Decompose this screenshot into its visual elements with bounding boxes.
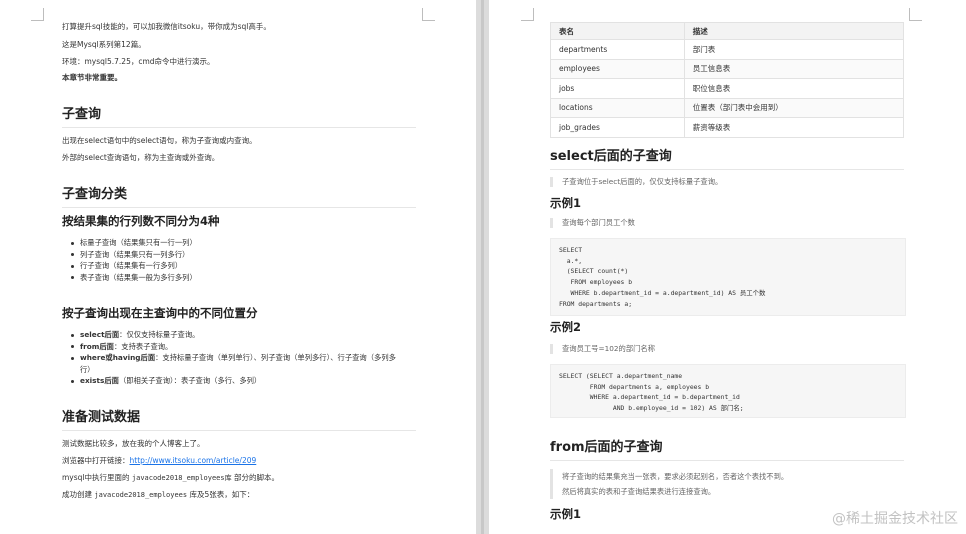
intro-line: 环境：mysql5.7.25，cmd命令中进行演示。 xyxy=(62,57,215,66)
table-cell: employees xyxy=(550,58,685,79)
right-page: 表名 描述 departments 部门表 employees 员工信息表 jobs… xyxy=(489,0,966,534)
paragraph-text: 部分的脚本。 xyxy=(231,473,279,482)
page-gutter xyxy=(476,0,489,534)
paragraph: mysql中执行里面的 javacode2018_employees库 部分的脚… xyxy=(62,473,279,483)
intro-line: 这是Mysql系列第12篇。 xyxy=(62,40,146,49)
list-item: where或having后面：支持标量子查询（单列单行）、列子查询（单列多行）、… xyxy=(71,352,400,375)
table-cell: departments xyxy=(550,39,685,60)
list-item: 列子查询（结果集只有一列多行） xyxy=(71,249,197,261)
crop-mark xyxy=(31,8,44,21)
paragraph: 出现在select语句中的select语句，称为子查询或内查询。 xyxy=(62,136,257,145)
inline-code: javacode2018_employees库 xyxy=(131,474,232,482)
list-item: exists后面（即相关子查询）：表子查询（多行、多列） xyxy=(71,375,400,387)
table-cell: 部门表 xyxy=(683,39,905,60)
blockquote: 查询每个部门员工个数 xyxy=(550,218,635,228)
table-row: jobs 职位信息表 xyxy=(550,78,905,99)
list-item: select后面：仅仅支持标量子查询。 xyxy=(71,329,400,341)
list-item-keyword: exists后面 xyxy=(80,376,119,385)
blockquote: 查询员工号=102的部门名称 xyxy=(550,344,655,354)
heading-subquery: 子查询 xyxy=(62,107,416,128)
table-header-cell: 表名 xyxy=(550,22,685,40)
intro-line: 打算提升sql技能的，可以加我微信itsoku，带你成为sql高手。 xyxy=(62,22,271,31)
heading-example-2: 示例2 xyxy=(550,320,582,334)
heading-by-position: 按子查询出现在主查询中的不同位置分 xyxy=(62,306,258,320)
crop-mark xyxy=(422,8,435,21)
crop-mark xyxy=(521,8,534,21)
list-item-text: ：支持表子查询。 xyxy=(113,341,173,351)
blockquote: 子查询位于select后面的，仅仅支持标量子查询。 xyxy=(550,177,722,187)
paragraph: 成功创建 javacode2018_employees 库及5张表，如下： xyxy=(62,490,254,500)
list-item-text: （即相关子查询）：表子查询（多行、多列） xyxy=(118,376,262,385)
heading-example-1b: 示例1 xyxy=(550,507,582,521)
paragraph: 外部的select查询语句，称为主查询或外查询。 xyxy=(62,153,220,162)
heading-prepare-data: 准备测试数据 xyxy=(62,410,416,431)
table-row: locations 位置表（部门表中会用到） xyxy=(550,97,905,118)
paragraph: 浏览器中打开链接：http://www.itsoku.com/article/2… xyxy=(62,456,256,466)
blog-link[interactable]: http://www.itsoku.com/article/209 xyxy=(130,456,257,465)
tables-table: 表名 描述 departments 部门表 employees 员工信息表 jobs… xyxy=(550,22,905,138)
intro-line: 本章节非常重要。 xyxy=(62,73,122,82)
list-item-keyword: where或having后面 xyxy=(80,353,156,362)
table-cell: 员工信息表 xyxy=(683,58,905,79)
list-item: from后面：支持表子查询。 xyxy=(71,341,400,353)
table-header-row: 表名 描述 xyxy=(550,22,905,40)
heading-example-1: 示例1 xyxy=(550,196,582,210)
code-block: SELECT a.*, (SELECT count(*) FROM employ… xyxy=(550,238,906,316)
list-item-keyword: select后面 xyxy=(80,330,120,339)
heading-select-subquery: select后面的子查询 xyxy=(550,149,904,170)
left-page: 打算提升sql技能的，可以加我微信itsoku，带你成为sql高手。 这是Mys… xyxy=(0,0,476,534)
list-item: 表子查询（结果集一般为多行多列） xyxy=(71,272,197,282)
table-cell: jobs xyxy=(550,78,685,99)
table-header-cell: 描述 xyxy=(683,22,905,40)
blockquote: 将子查询的结果集充当一张表，要求必须起别名，否者这个表找不到。 然后将真实的表和… xyxy=(550,469,788,499)
paragraph-text: 成功创建 xyxy=(62,490,95,499)
table-cell: job_grades xyxy=(550,117,685,138)
blockquote-line: 将子查询的结果集充当一张表，要求必须起别名，否者这个表找不到。 xyxy=(562,472,789,481)
table-cell: 薪资等级表 xyxy=(683,117,905,138)
list-item-text: ：仅仅支持标量子查询。 xyxy=(119,330,200,339)
watermark: @稀土掘金技术社区 xyxy=(832,511,958,527)
list-item: 标量子查询（结果集只有一行一列） xyxy=(71,238,197,247)
table-row: job_grades 薪资等级表 xyxy=(550,117,905,138)
table-cell: locations xyxy=(550,97,685,118)
inline-code: javacode2018_employees xyxy=(94,491,188,499)
heading-from-subquery: from后面的子查询 xyxy=(550,440,904,461)
paragraph: 测试数据比较多，放在我的个人博客上了。 xyxy=(62,439,205,448)
paragraph-text: 库及5张表，如下： xyxy=(187,490,255,499)
heading-by-rows: 按结果集的行列数不同分为4种 xyxy=(62,214,220,228)
crop-mark xyxy=(909,8,922,21)
table-cell: 位置表（部门表中会用到） xyxy=(683,97,905,118)
blockquote-line: 然后将真实的表和子查询结果表进行连接查询。 xyxy=(562,487,716,496)
table-row: departments 部门表 xyxy=(550,39,905,60)
heading-subquery-category: 子查询分类 xyxy=(62,187,416,208)
table-cell: 职位信息表 xyxy=(683,78,905,99)
paragraph-text: mysql中执行里面的 xyxy=(62,473,132,482)
paragraph-text: 浏览器中打开链接： xyxy=(62,456,130,465)
list-item-keyword: from后面 xyxy=(80,341,114,351)
position-list: select后面：仅仅支持标量子查询。 from后面：支持表子查询。 where… xyxy=(71,329,400,387)
code-block: SELECT (SELECT a.department_name FROM de… xyxy=(550,364,906,418)
list-item: 行子查询（结果集有一行多列） xyxy=(71,260,197,272)
table-row: employees 员工信息表 xyxy=(550,58,905,79)
rows-list: 标量子查询（结果集只有一行一列） 列子查询（结果集只有一列多行） 行子查询（结果… xyxy=(71,237,197,283)
